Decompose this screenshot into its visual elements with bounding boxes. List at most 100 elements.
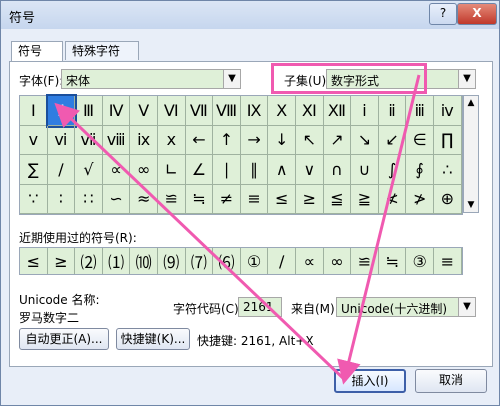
symbol-cell[interactable]: ∠ xyxy=(185,155,214,185)
symbol-cell[interactable]: ⅱ xyxy=(378,96,407,126)
font-select[interactable]: 宋体 ▼ xyxy=(61,69,241,89)
symbol-cell[interactable]: ⅷ xyxy=(102,125,131,155)
grid-scrollbar[interactable]: ▲ ▼ xyxy=(463,95,479,213)
symbol-cell[interactable]: Ⅴ xyxy=(130,96,158,126)
symbol-cell[interactable]: ∮ xyxy=(406,155,434,185)
symbol-cell[interactable]: ⅹ xyxy=(158,125,186,155)
autocorrect-button[interactable]: 自动更正(A)... xyxy=(19,328,109,350)
symbol-cell[interactable]: ≧ xyxy=(351,184,379,214)
symbol-cell[interactable]: ≤ xyxy=(268,184,296,214)
help-button[interactable]: ? xyxy=(429,3,457,25)
symbol-cell[interactable]: ∷ xyxy=(75,184,103,214)
recent-symbol-cell[interactable]: ≥ xyxy=(48,248,76,274)
symbol-cell[interactable]: ∩ xyxy=(323,155,352,185)
symbol-cell[interactable]: ≈ xyxy=(130,184,158,214)
insert-button[interactable]: 插入(I) xyxy=(334,369,406,393)
symbol-cell[interactable]: Ⅵ xyxy=(158,96,186,126)
symbol-cell[interactable]: ∴ xyxy=(434,155,462,185)
symbol-cell[interactable]: Ⅻ xyxy=(323,96,352,126)
symbol-cell[interactable]: Ⅸ xyxy=(240,96,269,126)
symbol-cell[interactable]: ↓ xyxy=(268,125,296,155)
symbol-cell[interactable]: ↖ xyxy=(296,125,324,155)
recent-symbol-cell[interactable]: ① xyxy=(241,248,269,274)
symbol-cell[interactable]: ↙ xyxy=(378,125,407,155)
cancel-button[interactable]: 取消 xyxy=(415,369,487,393)
recent-symbol-cell[interactable]: ≒ xyxy=(379,248,407,274)
symbol-cell[interactable]: ↑ xyxy=(213,125,241,155)
symbol-cell[interactable]: → xyxy=(240,125,269,155)
symbol-cell[interactable]: Ⅶ xyxy=(185,96,214,126)
symbol-cell[interactable]: Ⅰ xyxy=(20,96,48,126)
symbol-cell[interactable]: ⅳ xyxy=(434,96,462,126)
symbol-cell[interactable]: ⅴ xyxy=(20,125,48,155)
symbol-cell[interactable]: ∪ xyxy=(351,155,379,185)
chevron-down-icon[interactable]: ▼ xyxy=(223,70,240,88)
recent-symbol-cell[interactable]: ∕ xyxy=(268,248,296,274)
symbol-cell[interactable]: ⅶ xyxy=(75,125,103,155)
symbol-grid[interactable]: Ⅰ Ⅱ Ⅲ Ⅳ Ⅴ Ⅵ Ⅶ Ⅷ Ⅸ Ⅹ Ⅺ Ⅻⅰ ⅱ ⅲ ⅳ ⅴ ⅵ ⅶ ⅷ ⅸ ⅹ ← ↑ → ↓ ↖ ↗ ↘ ↙ ∈ ∏ ∑ ∕ √ ∝ ∞ ∟ ∠ ∣… xyxy=(19,94,463,215)
symbol-cell[interactable]: Ⅳ xyxy=(102,96,131,126)
symbol-cell[interactable]: ∏ xyxy=(434,125,462,155)
symbol-cell[interactable]: ≦ xyxy=(323,184,352,214)
symbol-cell[interactable]: ⅸ xyxy=(130,125,158,155)
symbol-cell[interactable]: ≡ xyxy=(240,184,269,214)
scroll-up-icon[interactable]: ▲ xyxy=(464,96,478,110)
recent-symbol-cell[interactable]: ∞ xyxy=(324,248,352,274)
symbol-cell[interactable]: ⊕ xyxy=(434,184,462,214)
recent-symbol-cell[interactable]: ③ xyxy=(406,248,434,274)
recent-symbol-cell[interactable]: ⑽ xyxy=(130,248,158,274)
recent-symbol-cell[interactable]: ⑵ xyxy=(75,248,103,274)
tab-special-characters[interactable]: 特殊字符(P) xyxy=(65,41,139,77)
symbol-cell[interactable]: ∥ xyxy=(240,155,269,185)
symbol-cell[interactable]: ∞ xyxy=(130,155,158,185)
recent-symbol-cell[interactable]: ⑼ xyxy=(158,248,186,274)
recent-symbol-cell[interactable]: ∝ xyxy=(296,248,324,274)
symbol-cell[interactable]: Ⅷ xyxy=(213,96,241,126)
symbol-cell[interactable]: ≮ xyxy=(378,184,407,214)
shortcut-key-button[interactable]: 快捷键(K)... xyxy=(116,328,190,350)
recent-symbol-cell[interactable]: ⑹ xyxy=(213,248,241,274)
symbol-cell[interactable]: Ⅺ xyxy=(296,96,324,126)
chevron-down-icon[interactable]: ▼ xyxy=(458,70,475,88)
symbol-cell[interactable]: Ⅹ xyxy=(268,96,296,126)
symbol-cell[interactable]: ∫ xyxy=(378,155,407,185)
symbol-cell[interactable]: ∟ xyxy=(158,155,186,185)
symbol-cell[interactable]: ≌ xyxy=(158,184,186,214)
tab-symbols[interactable]: 符号(S) xyxy=(11,41,63,77)
recent-symbol-cell[interactable]: ≡ xyxy=(434,248,462,274)
symbol-cell[interactable]: ⅵ xyxy=(47,125,76,155)
symbol-cell[interactable]: ⅲ xyxy=(406,96,434,126)
symbol-cell[interactable]: ∶ xyxy=(47,184,76,214)
symbol-cell[interactable]: ≒ xyxy=(185,184,214,214)
symbol-cell[interactable]: ↗ xyxy=(323,125,352,155)
symbol-cell[interactable]: ∨ xyxy=(296,155,324,185)
symbol-cell[interactable]: ∈ xyxy=(406,125,434,155)
symbol-cell[interactable]: ↘ xyxy=(351,125,379,155)
symbol-cell[interactable]: ∵ xyxy=(20,184,48,214)
symbol-cell[interactable]: ∑ xyxy=(20,155,48,185)
scroll-down-icon[interactable]: ▼ xyxy=(464,198,478,212)
close-button[interactable]: X xyxy=(457,3,497,25)
char-code-input[interactable]: 2161 xyxy=(238,297,282,317)
recent-symbol-cell[interactable]: ⑺ xyxy=(186,248,214,274)
symbol-cell[interactable]: ≠ xyxy=(213,184,241,214)
symbol-cell[interactable]: Ⅱ xyxy=(45,94,78,128)
symbol-cell[interactable]: ∝ xyxy=(102,155,131,185)
recent-symbol-cell[interactable]: ≌ xyxy=(351,248,379,274)
symbol-dialog: 符号 ? X 符号(S) 特殊字符(P) 字体(F): 宋体 ▼ 子集(U): … xyxy=(0,0,500,406)
recent-symbol-cell[interactable]: ≤ xyxy=(20,248,48,274)
recent-symbols[interactable]: ≤ ≥ ⑵ ⑴ ⑽ ⑼ ⑺ ⑹ ① ∕ ∝ ∞ ≌ ≒ ③ ≡ xyxy=(19,247,463,275)
symbol-cell[interactable]: ∣ xyxy=(213,155,241,185)
from-select[interactable]: Unicode(十六进制) ▼ xyxy=(336,297,476,317)
chevron-down-icon[interactable]: ▼ xyxy=(458,298,475,316)
symbol-cell[interactable]: ≯ xyxy=(406,184,434,214)
recent-symbol-cell[interactable]: ⑴ xyxy=(103,248,131,274)
symbol-cell[interactable]: √ xyxy=(75,155,103,185)
symbol-cell[interactable]: ← xyxy=(185,125,214,155)
symbol-cell[interactable]: ∽ xyxy=(102,184,131,214)
symbol-cell[interactable]: ∧ xyxy=(268,155,296,185)
symbol-cell[interactable]: ⅰ xyxy=(351,96,379,126)
symbol-cell[interactable]: Ⅲ xyxy=(75,96,103,126)
symbol-cell[interactable]: ∕ xyxy=(47,155,76,185)
symbol-cell[interactable]: ≥ xyxy=(296,184,324,214)
